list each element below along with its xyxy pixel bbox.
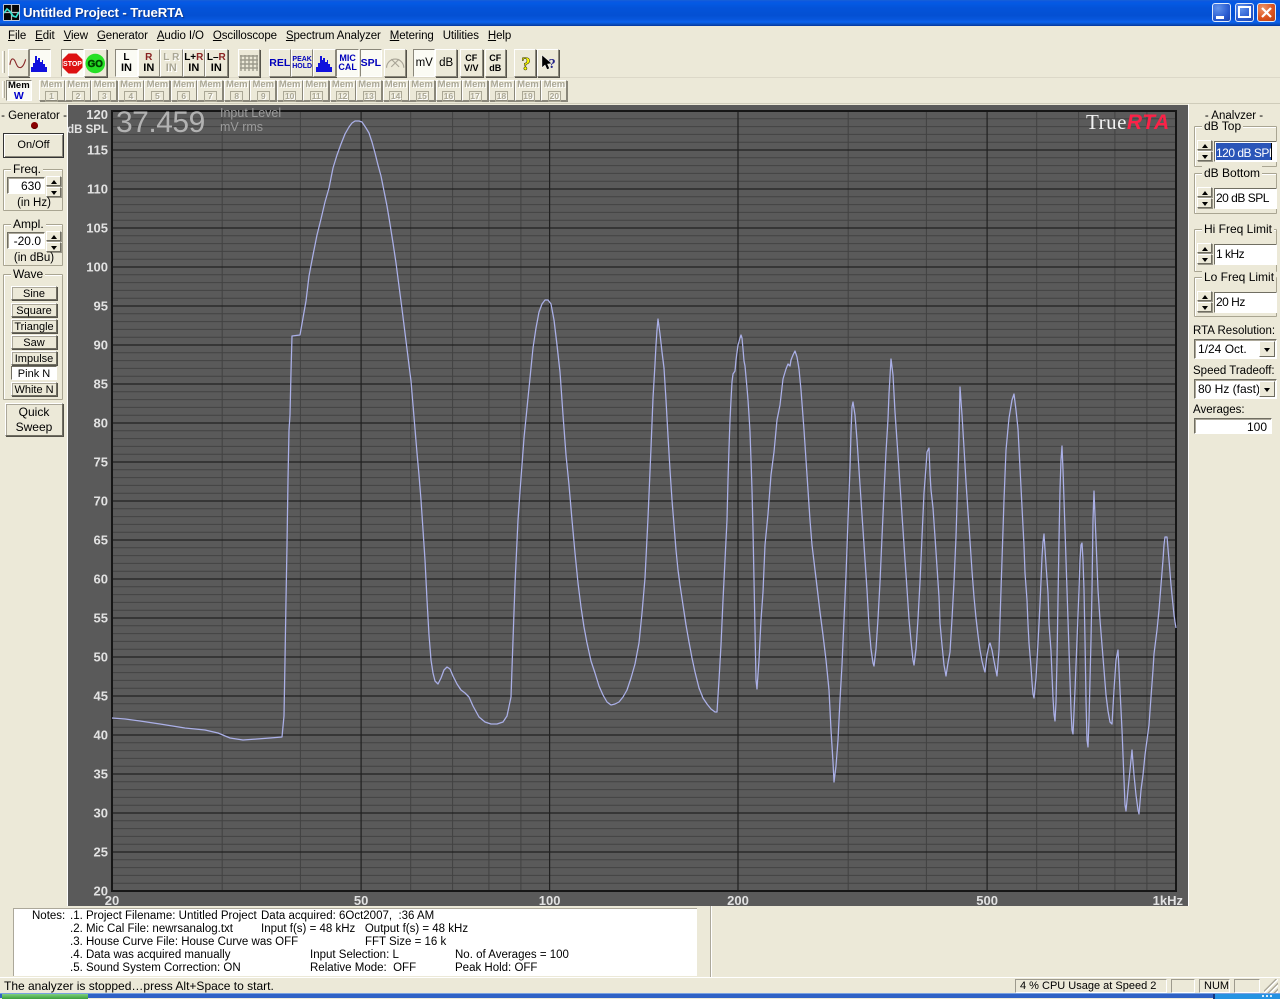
svg-text:?: ?: [549, 56, 556, 72]
svg-text:?: ?: [521, 54, 531, 74]
svg-text:85: 85: [94, 377, 108, 392]
svg-text:45: 45: [94, 689, 108, 704]
svg-text:115: 115: [87, 143, 108, 158]
svg-text:65: 65: [94, 533, 108, 548]
svg-text:90: 90: [94, 338, 108, 353]
svg-text:100: 100: [539, 893, 561, 906]
svg-text:60: 60: [94, 572, 108, 587]
svg-text:1kHz: 1kHz: [1153, 893, 1184, 906]
svg-text:110: 110: [87, 182, 108, 197]
svg-text:35: 35: [94, 767, 108, 782]
svg-text:STOP: STOP: [63, 61, 82, 68]
svg-text:50: 50: [354, 893, 368, 906]
svg-text:dB SPL: dB SPL: [67, 124, 108, 136]
svg-text:50: 50: [94, 650, 108, 665]
svg-text:GO: GO: [88, 58, 104, 69]
svg-text:200: 200: [727, 893, 749, 906]
svg-text:75: 75: [94, 455, 108, 470]
svg-text:30: 30: [94, 806, 108, 821]
svg-text:100: 100: [86, 260, 108, 275]
svg-text:70: 70: [94, 494, 108, 509]
svg-text:40: 40: [94, 728, 108, 743]
svg-text:55: 55: [94, 611, 108, 626]
svg-text:105: 105: [86, 221, 108, 236]
svg-text:25: 25: [94, 845, 108, 860]
svg-text:95: 95: [94, 299, 108, 314]
svg-text:120: 120: [86, 107, 108, 122]
svg-text:80: 80: [94, 416, 108, 431]
svg-text:20: 20: [105, 893, 119, 906]
svg-text:500: 500: [976, 893, 998, 906]
